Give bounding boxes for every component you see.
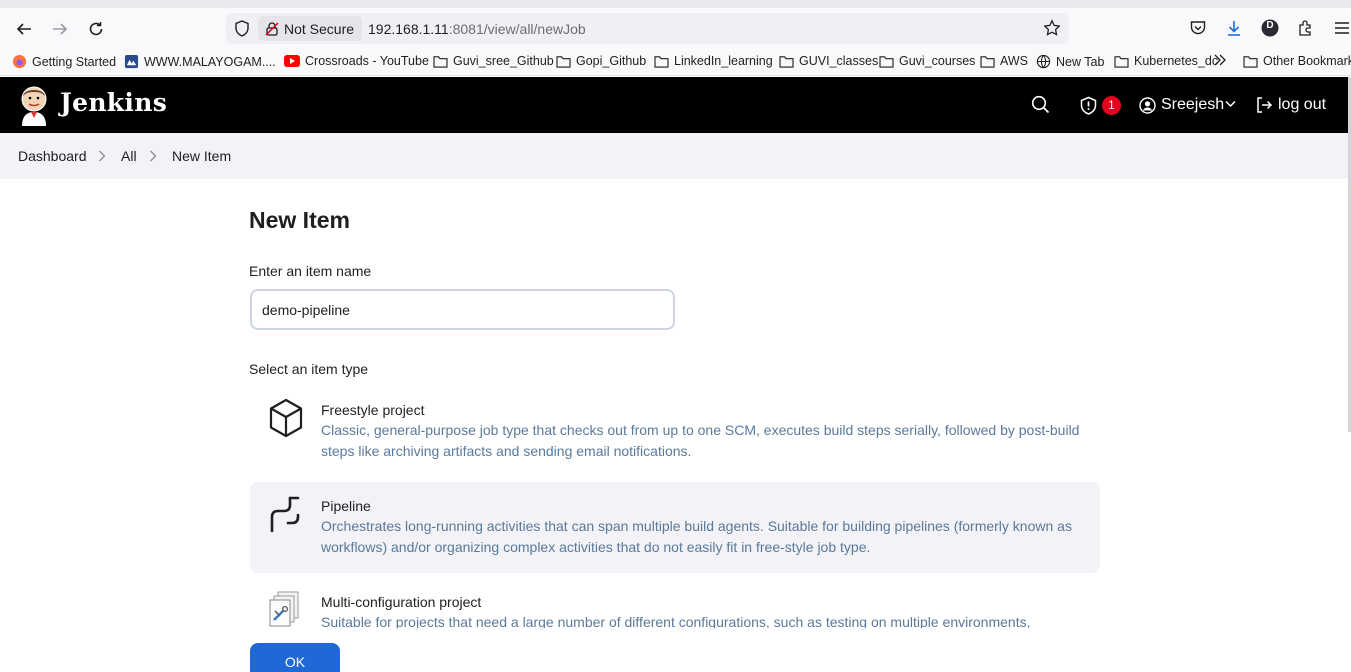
folder-icon: [556, 55, 571, 68]
item-type-name: Pipeline: [321, 498, 371, 514]
breadcrumb-new-item[interactable]: New Item: [172, 148, 231, 164]
bookmarks-toolbar: Getting Started WWW.MALAYOGAM.... Crossr…: [0, 49, 1351, 76]
app-title[interactable]: Jenkins: [60, 88, 167, 117]
bookmark-crossroads-youtube[interactable]: Crossroads - YouTube: [284, 54, 429, 68]
box-icon: [269, 398, 303, 438]
bottom-action-bar: [0, 628, 1351, 672]
item-name-input[interactable]: [250, 289, 675, 330]
chevron-right-icon: [99, 150, 106, 162]
folder-icon: [879, 55, 894, 68]
extensions-icon[interactable]: [1296, 18, 1316, 38]
youtube-icon: [284, 55, 300, 67]
chevron-down-icon[interactable]: [1225, 100, 1236, 108]
folder-icon: [1243, 55, 1258, 68]
security-indicator[interactable]: Not Secure: [258, 16, 363, 41]
bookmark-folder-gopi-github[interactable]: Gopi_Github: [556, 54, 646, 68]
breadcrumb-all[interactable]: All: [121, 148, 137, 164]
item-type-description: Orchestrates long-running activities tha…: [321, 518, 1072, 555]
bookmark-getting-started[interactable]: Getting Started: [12, 54, 116, 69]
folder-icon: [779, 55, 794, 68]
back-icon[interactable]: [11, 16, 37, 42]
bookmark-folder-aws[interactable]: AWS: [980, 54, 1028, 68]
breadcrumb-dashboard[interactable]: Dashboard: [18, 148, 87, 164]
security-alert-icon[interactable]: [1079, 96, 1098, 115]
multi-config-icon: [269, 591, 299, 627]
jenkins-logo-icon[interactable]: [17, 84, 51, 126]
folder-icon: [433, 55, 448, 68]
security-label: Not Secure: [284, 20, 355, 37]
bookmark-folder-guvi-sree-github[interactable]: Guvi_sree_Github: [433, 54, 554, 68]
pipeline-icon: [270, 496, 300, 533]
reload-icon[interactable]: [83, 16, 109, 42]
bookmark-folder-kubernetes[interactable]: Kubernetes_dc: [1114, 54, 1218, 68]
item-type-description: Classic, general-purpose job type that c…: [321, 422, 1080, 459]
globe-icon: [1036, 54, 1051, 69]
tracking-shield-icon[interactable]: [234, 20, 250, 42]
browser-nav-bar: Not Secure 192.168.1.11:8081/view/all/ne…: [0, 8, 1351, 49]
bookmark-folder-guvi-classes[interactable]: GUVI_classes: [779, 54, 878, 68]
page-title: New Item: [249, 207, 350, 233]
insecure-lock-icon: [265, 21, 279, 36]
logout-icon[interactable]: [1255, 96, 1273, 114]
item-type-name: Multi-configuration project: [321, 594, 482, 610]
browser-tab-strip: [0, 0, 1351, 8]
folder-icon: [1114, 55, 1129, 68]
jenkins-header: Jenkins Sreejesh log out: [0, 77, 1351, 133]
bookmark-malayogam[interactable]: WWW.MALAYOGAM....: [124, 54, 276, 69]
breadcrumb: Dashboard All New Item: [0, 133, 1351, 179]
bookmark-folder-guvi-courses[interactable]: Guvi_courses: [879, 54, 975, 68]
folder-icon: [980, 55, 995, 68]
pocket-icon[interactable]: [1188, 18, 1208, 38]
item-type-freestyle[interactable]: Freestyle project Classic, general-purpo…: [250, 386, 1100, 474]
item-name-label: Enter an item name: [249, 263, 372, 279]
bookmark-new-tab[interactable]: New Tab: [1036, 54, 1104, 69]
bookmarks-overflow-icon[interactable]: [1213, 54, 1227, 66]
item-type-pipeline[interactable]: Pipeline Orchestrates long-running activ…: [250, 482, 1100, 573]
bookmark-folder-other[interactable]: Other Bookmarks: [1243, 54, 1351, 68]
app-menu-icon[interactable]: [1332, 18, 1351, 38]
site-favicon-icon: [124, 54, 139, 69]
alert-count-badge[interactable]: 1: [1102, 96, 1121, 115]
url-text[interactable]: 192.168.1.11:8081/view/all/newJob: [368, 21, 586, 37]
user-menu[interactable]: Sreejesh: [1161, 96, 1224, 114]
forward-icon[interactable]: [47, 16, 73, 42]
download-icon[interactable]: [1224, 18, 1244, 38]
folder-icon: [654, 55, 669, 68]
search-icon[interactable]: [1031, 95, 1050, 114]
item-type-name: Freestyle project: [321, 402, 425, 418]
bookmark-folder-linkedin-learning[interactable]: LinkedIn_learning: [654, 54, 773, 68]
firefox-icon: [12, 54, 27, 69]
item-type-label: Select an item type: [249, 361, 369, 377]
bookmark-star-icon[interactable]: [1043, 19, 1061, 42]
chevron-right-icon: [150, 150, 157, 162]
ok-button[interactable]: OK: [250, 643, 340, 672]
profile-avatar[interactable]: D: [1260, 18, 1280, 38]
logout-link[interactable]: log out: [1278, 96, 1326, 114]
address-bar[interactable]: Not Secure 192.168.1.11:8081/view/all/ne…: [226, 13, 1069, 44]
user-avatar-icon[interactable]: [1139, 97, 1156, 114]
